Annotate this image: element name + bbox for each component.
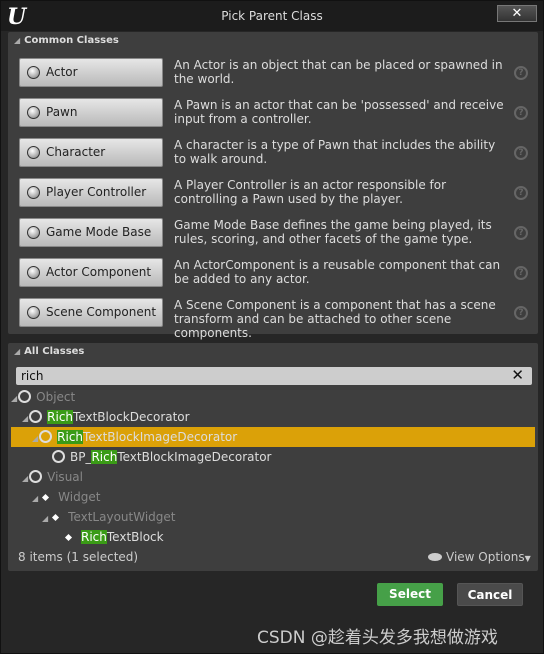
expand-arrow-icon[interactable]: ◢ [22, 474, 28, 483]
class-icon [29, 470, 43, 483]
common-class-row: Character A character is a type of Pawn … [19, 138, 531, 178]
class-icon [52, 513, 60, 522]
help-icon[interactable]: ? [514, 306, 528, 320]
eye-icon [428, 553, 442, 561]
class-description: A character is a type of Pawn that inclu… [174, 138, 496, 166]
common-class-button[interactable]: Actor Component [19, 258, 163, 287]
common-class-row: Actor An Actor is an object that can be … [19, 58, 531, 98]
common-class-row: Player Controller A Player Controller is… [19, 178, 531, 218]
class-icon [27, 146, 40, 159]
help-icon[interactable]: ? [514, 266, 528, 280]
watermark: CSDN @趁着头发多我想做游戏 [257, 628, 498, 648]
help-icon[interactable]: ? [514, 146, 528, 160]
tree-item[interactable]: ◢ RichTextBlockImageDecorator [11, 427, 535, 447]
tree-item-label: TextLayoutWidget [68, 510, 176, 524]
tree-item[interactable]: ◢ RichTextBlockDecorator [8, 407, 538, 427]
class-icon [27, 226, 40, 239]
tree-item[interactable]: ◢ Visual [8, 467, 538, 487]
class-description: An ActorComponent is a reusable componen… [174, 258, 501, 286]
select-button[interactable]: Select [377, 583, 443, 606]
tree-item-label: RichTextBlock [81, 530, 164, 544]
tree-item[interactable]: ◢ Widget [8, 487, 538, 507]
expand-arrow-icon[interactable]: ◢ [42, 514, 48, 523]
common-class-button[interactable]: Actor [19, 58, 163, 87]
class-icon [52, 450, 65, 463]
item-count-status: 8 items (1 selected) [18, 550, 139, 564]
expand-arrow-icon[interactable]: ◢ [11, 394, 17, 403]
class-icon [27, 266, 40, 279]
tree-item-label: RichTextBlockImageDecorator [57, 430, 238, 444]
tree-item-label: Widget [58, 490, 101, 504]
common-classes-header[interactable]: ◢ Common Classes [14, 35, 119, 46]
view-options-button[interactable]: View Options▼ [428, 550, 531, 564]
common-class-button[interactable]: Pawn [19, 98, 163, 127]
class-icon [42, 493, 50, 502]
cancel-button[interactable]: Cancel [457, 583, 523, 606]
help-icon[interactable]: ? [514, 226, 528, 240]
title-bar: U Pick Parent Class ✕ [1, 1, 543, 31]
dialog-title: Pick Parent Class [221, 9, 323, 23]
expand-arrow-icon[interactable]: ◢ [22, 414, 28, 423]
tree-item-label: RichTextBlockDecorator [47, 410, 190, 424]
class-description: Game Mode Base defines the game being pl… [174, 218, 492, 246]
class-description: A Player Controller is an actor responsi… [174, 178, 447, 206]
class-icon [64, 533, 73, 542]
search-input[interactable]: rich ✕ [16, 366, 532, 385]
close-button[interactable]: ✕ [497, 5, 537, 22]
all-classes-panel: ◢ All Classes rich ✕ ◢ Object ◢ RichTextBlock… [8, 343, 538, 571]
class-description: A Pawn is an actor that can be 'possesse… [174, 98, 504, 126]
common-class-row: Game Mode Base Game Mode Base defines th… [19, 218, 531, 258]
tree-item-label: BP_RichTextBlockImageDecorator [70, 450, 272, 464]
chevron-down-icon: ▼ [524, 554, 531, 563]
tree-item-label: Visual [47, 470, 83, 484]
tree-item-label: Object [36, 390, 76, 404]
help-icon[interactable]: ? [514, 186, 528, 200]
clear-search-icon[interactable]: ✕ [511, 366, 524, 384]
expand-arrow-icon[interactable]: ◢ [32, 494, 38, 503]
class-icon [27, 106, 40, 119]
tree-item[interactable]: BP_RichTextBlockImageDecorator [8, 447, 538, 467]
common-class-button[interactable]: Game Mode Base [19, 218, 163, 247]
class-icon [27, 66, 40, 79]
class-description: A Scene Component is a component that ha… [174, 298, 496, 340]
help-icon[interactable]: ? [514, 106, 528, 120]
class-icon [27, 186, 40, 199]
common-class-row: Scene Component A Scene Component is a c… [19, 298, 531, 340]
tree-item[interactable]: ◢ Object [8, 387, 538, 407]
common-classes-panel: ◢ Common Classes Actor An Actor is an obj… [8, 32, 538, 340]
class-icon [27, 306, 40, 319]
pick-parent-class-dialog: U Pick Parent Class ✕ ◢ Common Classes Ac… [0, 0, 544, 654]
common-class-row: Actor Component An ActorComponent is a r… [19, 258, 531, 298]
class-description: An Actor is an object that can be placed… [174, 58, 503, 86]
class-icon [39, 430, 53, 443]
expand-arrow-icon[interactable]: ◢ [32, 434, 38, 443]
common-class-button[interactable]: Scene Component [19, 298, 163, 327]
class-icon [18, 390, 32, 403]
class-tree: ◢ Object ◢ RichTextBlockDecorator ◢ RichTextB… [8, 387, 538, 547]
common-class-row: Pawn A Pawn is an actor that can be 'pos… [19, 98, 531, 138]
common-class-button[interactable]: Player Controller [19, 178, 163, 207]
help-icon[interactable]: ? [514, 66, 528, 80]
tree-item[interactable]: RichTextBlock [8, 527, 538, 547]
tree-item[interactable]: ◢ TextLayoutWidget [8, 507, 538, 527]
all-classes-header[interactable]: ◢ All Classes [14, 346, 84, 357]
class-icon [29, 410, 43, 423]
common-class-button[interactable]: Character [19, 138, 163, 167]
